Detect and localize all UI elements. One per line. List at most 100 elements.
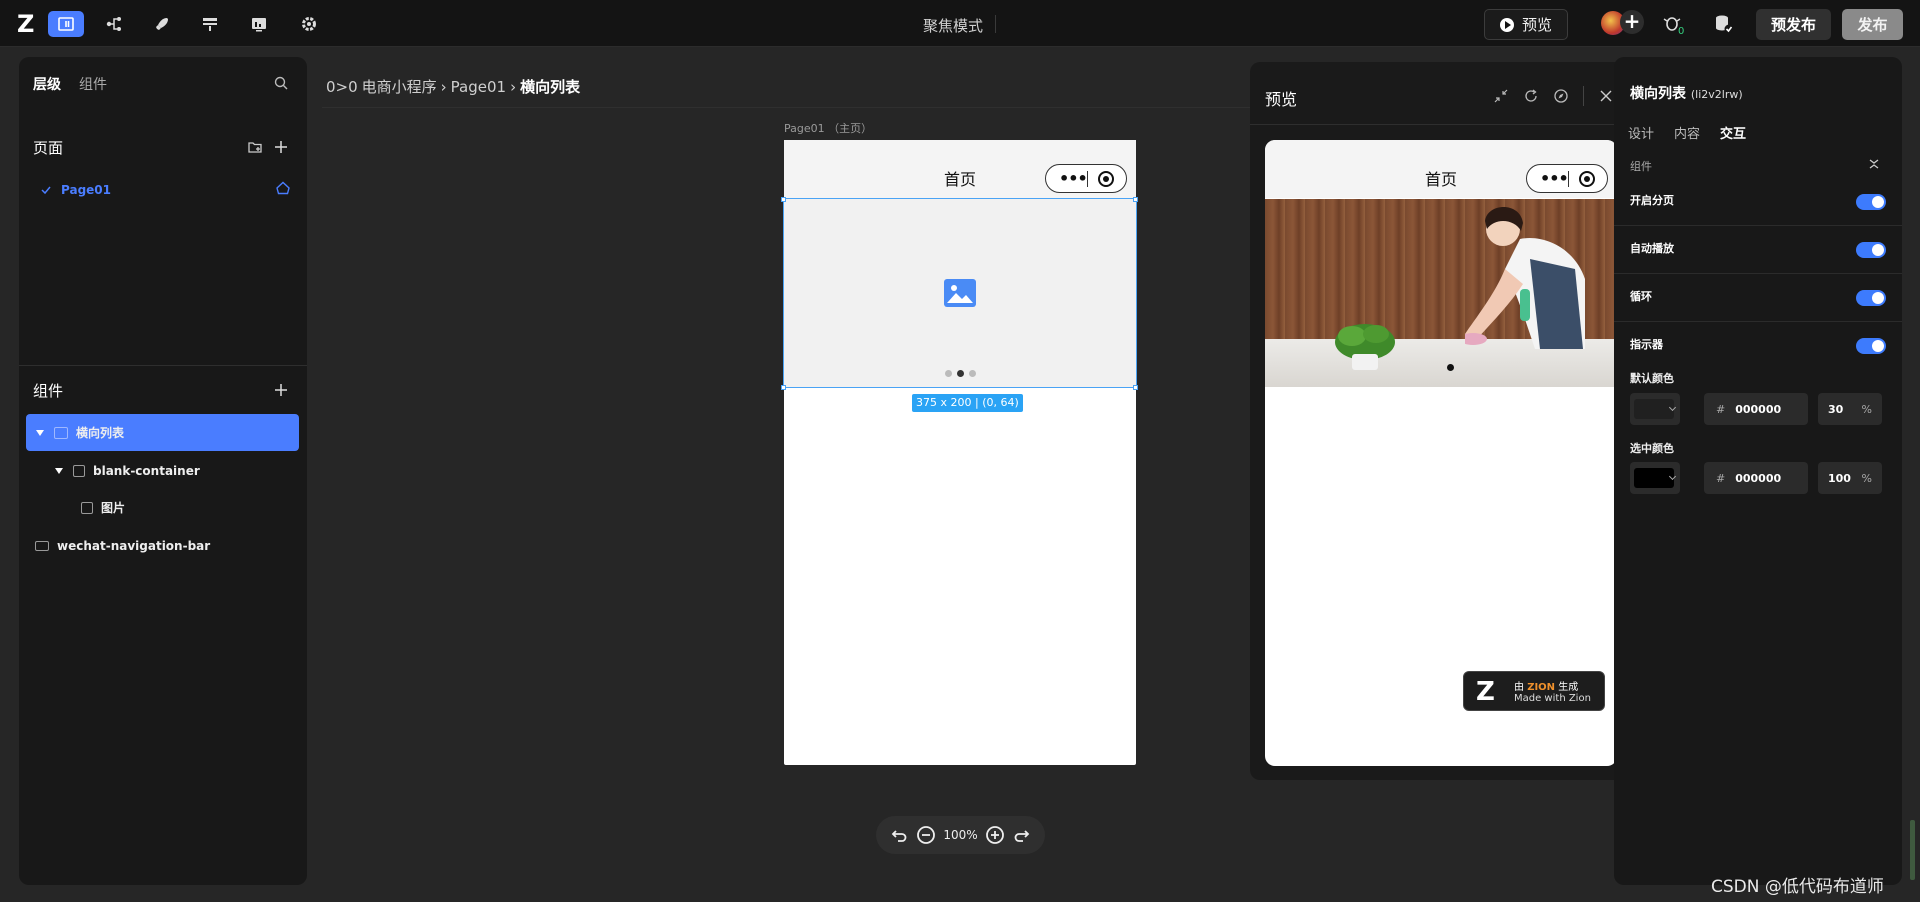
- divider: [19, 365, 307, 366]
- data-table-icon[interactable]: [192, 11, 228, 37]
- zion-logo: Z: [1476, 677, 1495, 707]
- prerelease-button[interactable]: 预发布: [1756, 9, 1831, 40]
- dashboard-icon[interactable]: [241, 11, 277, 37]
- csdn-watermark: CSDN @低代码布道师: [1711, 877, 1884, 897]
- mini-program-capsule[interactable]: •••: [1526, 164, 1608, 193]
- close-icon[interactable]: [1598, 88, 1614, 104]
- tab-content[interactable]: 内容: [1674, 123, 1700, 142]
- compass-icon[interactable]: [1553, 88, 1569, 104]
- badge-line1: 由 ZION 生成: [1514, 678, 1578, 693]
- selected-color-picker[interactable]: [1630, 462, 1680, 494]
- chevron-down-icon[interactable]: [36, 429, 44, 436]
- tab-interaction[interactable]: 交互: [1720, 123, 1746, 142]
- more-icon: •••: [1540, 169, 1569, 188]
- canvas-phone-frame[interactable]: 首页 •••: [783, 140, 1137, 765]
- resize-handle[interactable]: [781, 385, 786, 390]
- refresh-icon[interactable]: [1523, 88, 1539, 104]
- tree-item-label: 图片: [101, 501, 126, 515]
- breadcrumb-app[interactable]: 电商小程序: [362, 76, 437, 97]
- logic-flow-icon[interactable]: [96, 11, 132, 37]
- focus-mode-toggle[interactable]: 聚焦模式: [923, 15, 983, 36]
- resize-handle[interactable]: [781, 197, 786, 202]
- tab-design[interactable]: 设计: [1628, 123, 1654, 142]
- search-icon[interactable]: [273, 75, 289, 91]
- toggle-label: 自动播放: [1630, 242, 1674, 255]
- breadcrumb: 0>0 电商小程序 › Page01 › 横向列表: [326, 76, 580, 97]
- resize-handle[interactable]: [1133, 385, 1138, 390]
- color-swatch: [1634, 468, 1674, 488]
- wechat-navigation-bar[interactable]: 首页 •••: [784, 140, 1136, 198]
- color-swatch: [1634, 399, 1674, 419]
- tree-item-wechat-navigation-bar[interactable]: wechat-navigation-bar: [26, 527, 299, 564]
- preview-phone-frame[interactable]: 首页 ••• Z 由 ZION 生成 Made with Zion: [1265, 140, 1617, 766]
- collapse-icon[interactable]: [1868, 158, 1880, 170]
- toggle-row-autoplay: 自动播放: [1630, 240, 1886, 260]
- plant-illustration: [1335, 324, 1395, 370]
- selected-color-hex-input[interactable]: # 000000: [1704, 462, 1808, 494]
- navbar-node-icon: [35, 540, 49, 551]
- woman-cleaning-illustration: [1465, 207, 1585, 349]
- default-color-picker[interactable]: [1630, 393, 1680, 425]
- breadcrumb-separator: ›: [440, 77, 447, 96]
- default-color-opacity-input[interactable]: 30 %: [1818, 393, 1882, 425]
- tree-item-label: wechat-navigation-bar: [57, 538, 211, 553]
- default-color-hex-input[interactable]: # 000000: [1704, 393, 1808, 425]
- divider: [1087, 171, 1088, 187]
- settings-gear-icon[interactable]: [291, 11, 327, 37]
- zion-logo[interactable]: Z: [17, 12, 34, 36]
- tree-item-blank-container[interactable]: blank-container: [26, 452, 299, 489]
- component-name: 横向列表: [1630, 86, 1686, 102]
- api-rocket-icon[interactable]: [144, 11, 180, 37]
- tab-layers[interactable]: 层级: [33, 74, 61, 94]
- autoplay-toggle[interactable]: [1856, 242, 1886, 258]
- indicator-toggle[interactable]: [1856, 338, 1886, 354]
- bug-icon[interactable]: 0: [1663, 13, 1685, 35]
- selected-color-opacity-input[interactable]: 100 %: [1818, 462, 1882, 494]
- undo-icon[interactable]: [889, 825, 909, 845]
- add-page-icon[interactable]: [273, 139, 289, 155]
- check-icon: [41, 186, 51, 195]
- resize-handle[interactable]: [1133, 197, 1138, 202]
- loop-toggle[interactable]: [1856, 290, 1886, 306]
- container-node-icon: [73, 464, 85, 477]
- add-component-icon[interactable]: [273, 382, 289, 398]
- page-editor-icon[interactable]: [48, 11, 84, 37]
- swiper-image[interactable]: [1265, 199, 1617, 387]
- group-title: 组件: [1630, 160, 1652, 173]
- page-item-page01[interactable]: Page01: [41, 180, 291, 200]
- hex-value: 000000: [1735, 402, 1782, 416]
- add-folder-icon[interactable]: [247, 139, 263, 155]
- properties-panel: 横向列表 (li2v2lrw) 设计 内容 交互 组件 开启分页 自动播放 循环…: [1614, 57, 1902, 885]
- breadcrumb-root-icon[interactable]: 0>0: [326, 78, 358, 96]
- home-page-icon[interactable]: [275, 180, 291, 196]
- divider: [1583, 86, 1584, 106]
- opacity-value: 100: [1828, 471, 1851, 485]
- breadcrumb-current: 横向列表: [520, 78, 581, 96]
- canvas-page-label: Page01 （主页）: [784, 122, 873, 135]
- list-node-icon: [54, 426, 68, 439]
- tab-components[interactable]: 组件: [79, 74, 107, 94]
- zoom-in-icon[interactable]: [985, 825, 1005, 845]
- database-check-icon[interactable]: [1713, 13, 1735, 35]
- preview-button[interactable]: 预览: [1484, 9, 1568, 40]
- horizontal-list-component[interactable]: [783, 198, 1137, 388]
- minimize-icon[interactable]: [1493, 88, 1509, 104]
- preview-panel: 预览 首页 ••• Z 由 ZION 生成 Made with Zion: [1250, 62, 1630, 780]
- hash-symbol: #: [1716, 471, 1726, 485]
- tree-item-image[interactable]: 图片: [26, 489, 299, 526]
- release-button[interactable]: 发布: [1842, 9, 1903, 40]
- invite-plus-icon[interactable]: +: [1620, 10, 1644, 34]
- scrollbar[interactable]: [1910, 820, 1915, 880]
- image-node-icon: [81, 501, 93, 514]
- chevron-down-icon[interactable]: [55, 467, 63, 474]
- redo-icon[interactable]: [1012, 825, 1032, 845]
- tree-item-horizontal-list[interactable]: 横向列表: [26, 414, 299, 451]
- zoom-out-icon[interactable]: [916, 825, 936, 845]
- toggle-label: 指示器: [1630, 338, 1663, 351]
- made-with-zion-badge[interactable]: Z 由 ZION 生成 Made with Zion: [1463, 671, 1605, 711]
- pagination-toggle[interactable]: [1856, 194, 1886, 210]
- left-panel-tabs: 层级 组件: [33, 74, 107, 94]
- percent-symbol: %: [1861, 471, 1872, 485]
- breadcrumb-page[interactable]: Page01: [451, 78, 506, 96]
- hash-symbol: #: [1716, 402, 1726, 416]
